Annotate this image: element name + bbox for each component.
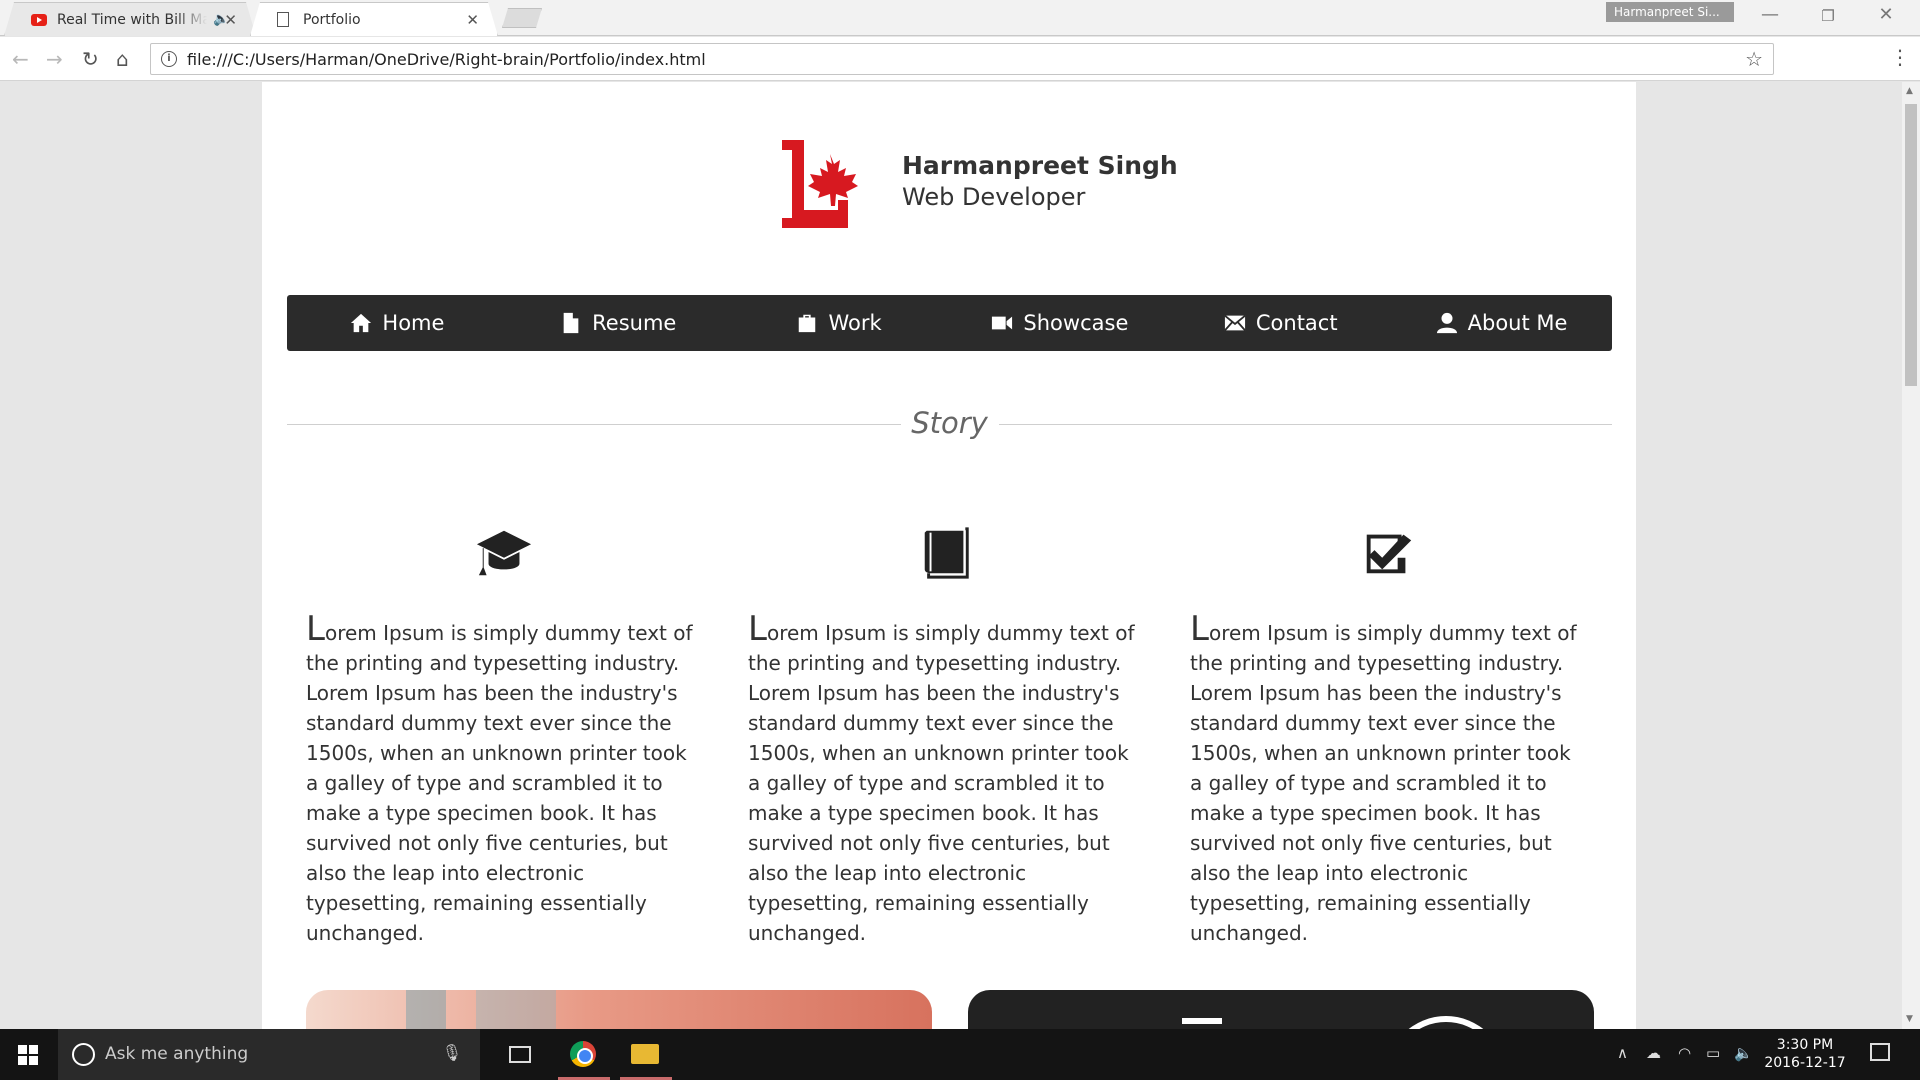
home-page-icon[interactable]: ⌂ <box>116 47 129 71</box>
close-tab-icon[interactable]: ✕ <box>466 11 479 29</box>
taskbar: Ask me anything 🎙 ∧ ☁ ◠ ▭ 🔈 3:30 PM 2016… <box>0 1029 1920 1080</box>
logo-icon <box>782 140 858 228</box>
forward-icon[interactable]: → <box>46 47 63 71</box>
home-icon <box>351 313 372 333</box>
drop-cap: L <box>306 609 325 649</box>
back-icon[interactable]: ← <box>12 47 29 71</box>
action-center-icon[interactable] <box>1870 1043 1890 1061</box>
battery-icon[interactable]: ▭ <box>1706 1044 1720 1062</box>
project-card-image[interactable] <box>306 990 932 1029</box>
nav-contact[interactable]: Contact <box>1170 295 1391 351</box>
search-placeholder: Ask me anything <box>105 1044 249 1064</box>
address-bar[interactable]: i file:///C:/Users/Harman/OneDrive/Right… <box>150 43 1774 75</box>
envelope-icon <box>1224 314 1246 331</box>
scrollbar[interactable]: ▲ ▼ <box>1902 82 1920 1029</box>
story-column: Lorem Ipsum is simply dummy text of the … <box>748 524 1143 948</box>
checkbox-icon <box>1366 534 1411 574</box>
nav-label: Work <box>828 311 882 335</box>
clock-date: 2016-12-17 <box>1764 1055 1846 1071</box>
tab-strip: Real Time with Bill Maher 🔈 ✕ Portfolio … <box>0 0 1920 36</box>
nav-resume[interactable]: Resume <box>508 295 729 351</box>
nav-work[interactable]: Work <box>729 295 950 351</box>
drop-cap: L <box>748 609 767 649</box>
close-tab-icon[interactable]: ✕ <box>224 11 237 29</box>
nav-label: About Me <box>1467 311 1568 335</box>
clock-time: 3:30 PM <box>1776 1037 1834 1053</box>
menu-icon[interactable]: ⋮ <box>1890 45 1910 69</box>
microphone-icon[interactable]: 🎙 <box>442 1043 462 1062</box>
reload-icon[interactable]: ↻ <box>82 47 99 71</box>
tab-portfolio[interactable]: Portfolio ✕ <box>250 2 498 36</box>
site-owner-role: Web Developer <box>902 183 1086 211</box>
main-nav: Home Resume Work Showcase Contact About … <box>287 295 1612 351</box>
story-column: Lorem Ipsum is simply dummy text of the … <box>1190 524 1585 948</box>
cortana-icon <box>72 1043 95 1066</box>
volume-icon[interactable]: 🔈 <box>1734 1044 1753 1062</box>
scrollbar-thumb[interactable] <box>1905 104 1917 386</box>
video-camera-icon <box>992 316 1013 330</box>
onedrive-icon[interactable]: ☁ <box>1646 1044 1661 1062</box>
chrome-icon[interactable] <box>570 1041 596 1067</box>
section-title: Story <box>911 406 988 440</box>
section-divider: Story <box>287 404 1612 444</box>
nav-label: Home <box>382 311 445 335</box>
youtube-icon <box>31 14 47 26</box>
story-text: Lorem Ipsum is simply dummy text of the … <box>748 609 1135 945</box>
url-text[interactable]: file:///C:/Users/Harman/OneDrive/Right-b… <box>187 50 706 69</box>
bookmark-star-icon[interactable]: ☆ <box>1745 47 1763 71</box>
document-icon <box>563 312 579 334</box>
cortana-search[interactable]: Ask me anything 🎙 <box>58 1029 480 1080</box>
user-icon <box>1436 312 1457 334</box>
tab-youtube[interactable]: Real Time with Bill Maher 🔈 ✕ <box>4 2 256 36</box>
wifi-icon[interactable]: ◠ <box>1678 1044 1691 1062</box>
page-icon <box>277 12 289 27</box>
new-tab-button[interactable] <box>502 8 542 28</box>
file-explorer-icon[interactable] <box>631 1044 659 1064</box>
chevron-up-icon[interactable]: ∧ <box>1617 1044 1628 1062</box>
nav-label: Contact <box>1255 311 1338 335</box>
window-close-icon[interactable]: ✕ <box>1858 4 1914 25</box>
windows-start-icon[interactable] <box>18 1045 38 1065</box>
graduation-cap-icon <box>476 530 531 576</box>
drop-cap: L <box>1190 609 1209 649</box>
nav-about-me[interactable]: About Me <box>1391 295 1612 351</box>
site-owner-name: Harmanpreet Singh <box>902 151 1178 180</box>
minimize-icon[interactable]: — <box>1742 4 1798 25</box>
nav-home[interactable]: Home <box>287 295 508 351</box>
book-icon <box>924 527 969 579</box>
scroll-down-icon[interactable]: ▼ <box>1906 1014 1913 1024</box>
nav-label: Showcase <box>1023 311 1129 335</box>
briefcase-icon <box>799 314 816 333</box>
tab-title: Real Time with Bill Maher <box>57 12 207 28</box>
story-text: Lorem Ipsum is simply dummy text of the … <box>1190 609 1577 945</box>
profile-button[interactable]: Harmanpreet Si... <box>1606 2 1734 22</box>
restore-icon[interactable]: ❐ <box>1800 7 1856 25</box>
browser-toolbar: ← → ↻ ⌂ i file:///C:/Users/Harman/OneDri… <box>0 37 1920 81</box>
system-clock[interactable]: 3:30 PM 2016-12-17 <box>1762 1036 1848 1072</box>
task-view-icon[interactable] <box>509 1046 531 1063</box>
story-column: Lorem Ipsum is simply dummy text of the … <box>306 524 701 948</box>
project-card-dark[interactable] <box>968 990 1594 1029</box>
nav-showcase[interactable]: Showcase <box>949 295 1170 351</box>
page-viewport: Harmanpreet Singh Web Developer Home Res… <box>0 82 1902 1029</box>
portfolio-page: Harmanpreet Singh Web Developer Home Res… <box>262 82 1636 1029</box>
scroll-up-icon[interactable]: ▲ <box>1906 86 1913 96</box>
nav-label: Resume <box>592 311 677 335</box>
story-text: Lorem Ipsum is simply dummy text of the … <box>306 609 693 945</box>
tab-title: Portfolio <box>303 12 361 28</box>
info-icon[interactable]: i <box>161 51 177 67</box>
